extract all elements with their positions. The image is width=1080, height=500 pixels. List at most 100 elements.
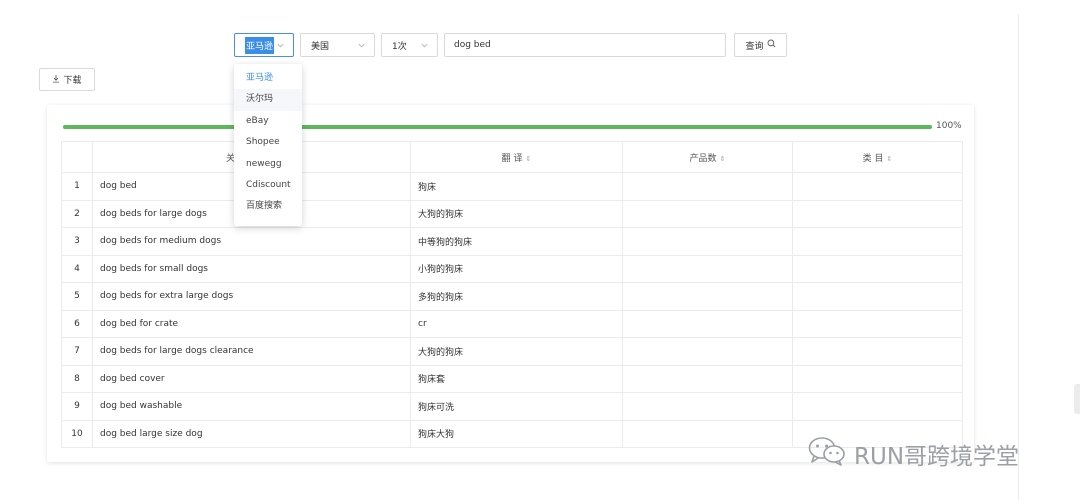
chevron-down-icon: [419, 41, 429, 51]
row-translation: cr: [410, 309, 623, 338]
row-translation: 狗床套: [410, 364, 623, 393]
platform-select-value: 亚马逊: [245, 36, 275, 54]
row-translation: 狗床: [410, 172, 623, 201]
row-keyword: dog beds for medium dogs: [92, 227, 411, 256]
table-row: 5 dog beds for extra large dogs 多狗的狗床: [61, 282, 963, 311]
side-panel-handle[interactable]: [1074, 384, 1080, 414]
row-translation: 狗床可洗: [410, 392, 623, 421]
row-keyword: dog bed washable: [92, 392, 411, 421]
row-translation: 大狗的狗床: [410, 337, 623, 366]
row-category: [792, 364, 963, 393]
row-products: [622, 364, 793, 393]
row-keyword: dog bed for crate: [92, 309, 411, 338]
column-header-translation[interactable]: 翻 译 ⇕: [410, 141, 623, 173]
row-index: 9: [61, 392, 93, 421]
row-products: [622, 337, 793, 366]
platform-option[interactable]: eBay: [234, 111, 302, 132]
platform-option[interactable]: Cdiscount: [234, 175, 302, 196]
table-row: 4 dog beds for small dogs 小狗的狗床: [61, 254, 963, 283]
table-row: 3 dog beds for medium dogs 中等狗的狗床: [61, 227, 963, 256]
row-products: [622, 199, 793, 228]
right-divider: [1018, 14, 1019, 500]
row-products: [622, 254, 793, 283]
count-select-value: 1次: [392, 41, 407, 52]
download-button-label: 下载: [63, 76, 82, 86]
table-row: 6 dog bed for crate cr: [61, 309, 963, 338]
platform-option[interactable]: 亚马逊: [234, 68, 302, 89]
row-products: [622, 392, 793, 421]
progress-bar-fill: [63, 125, 932, 129]
row-products: [622, 227, 793, 256]
column-header-index: [61, 141, 93, 173]
column-header-category[interactable]: 类 目 ⇕: [792, 141, 963, 173]
row-category: [792, 227, 963, 256]
results-card: 100% 关 翻 译 ⇕ 产品数 ⇕ 类 目 ⇕ 1 dog bed 狗床 2 …: [47, 105, 974, 462]
download-button[interactable]: 下载: [39, 68, 95, 91]
platform-select[interactable]: 亚马逊: [234, 33, 294, 57]
table-row: 2 dog beds for large dogs 大狗的狗床: [61, 199, 963, 228]
row-translation: 小狗的狗床: [410, 254, 623, 283]
count-select[interactable]: 1次: [381, 33, 438, 57]
column-header-products-label: 产品数: [689, 153, 717, 164]
table-header-row: 关 翻 译 ⇕ 产品数 ⇕ 类 目 ⇕: [61, 141, 963, 173]
sort-icon[interactable]: ⇕: [720, 155, 726, 163]
platform-option[interactable]: 沃尔玛: [234, 89, 302, 111]
row-keyword: dog bed cover: [92, 364, 411, 393]
platform-dropdown: 亚马逊 沃尔玛 eBay Shopee newegg Cdiscount 百度搜…: [234, 64, 302, 226]
row-products: [622, 309, 793, 338]
row-index: 1: [61, 172, 93, 201]
download-icon: [52, 74, 60, 86]
country-select-value: 美国: [311, 41, 330, 52]
table-row: 1 dog bed 狗床: [61, 172, 963, 201]
row-index: 6: [61, 309, 93, 338]
row-index: 2: [61, 199, 93, 228]
row-index: 7: [61, 337, 93, 366]
row-category: [792, 309, 963, 338]
watermark-text: RUN哥跨境学堂: [854, 444, 1020, 470]
row-translation: 大狗的狗床: [410, 199, 623, 228]
watermark: RUN哥跨境学堂: [808, 436, 1019, 472]
row-keyword: dog bed large size dog: [92, 419, 411, 448]
progress-bar: [63, 125, 932, 129]
chevron-down-icon: [275, 41, 285, 51]
row-products: [622, 282, 793, 311]
row-category: [792, 337, 963, 366]
query-button[interactable]: 查询: [734, 33, 787, 57]
row-translation: 中等狗的狗床: [410, 227, 623, 256]
column-header-translation-label: 翻 译: [501, 153, 523, 164]
search-icon: [767, 39, 776, 51]
query-button-label: 查询: [745, 41, 764, 52]
country-select[interactable]: 美国: [300, 33, 375, 57]
row-translation: 狗床大狗: [410, 419, 623, 448]
row-index: 3: [61, 227, 93, 256]
row-category: [792, 172, 963, 201]
row-index: 5: [61, 282, 93, 311]
wechat-icon: [808, 436, 846, 472]
row-products: [622, 172, 793, 201]
row-index: 10: [61, 419, 93, 448]
sort-icon[interactable]: ⇕: [887, 155, 893, 163]
row-index: 8: [61, 364, 93, 393]
table-row: 9 dog bed washable 狗床可洗: [61, 392, 963, 421]
row-keyword: dog beds for small dogs: [92, 254, 411, 283]
row-category: [792, 254, 963, 283]
platform-option[interactable]: newegg: [234, 154, 302, 175]
platform-option[interactable]: Shopee: [234, 132, 302, 153]
table-row: 7 dog beds for large dogs clearance 大狗的狗床: [61, 337, 963, 366]
row-products: [622, 419, 793, 448]
table-row: 8 dog bed cover 狗床套: [61, 364, 963, 393]
keyword-table: 关 翻 译 ⇕ 产品数 ⇕ 类 目 ⇕ 1 dog bed 狗床 2 dog beds fo…: [61, 141, 963, 448]
page: 亚马逊 美国 1次 查询 下载 100%: [0, 0, 1018, 500]
row-translation: 多狗的狗床: [410, 282, 623, 311]
row-category: [792, 392, 963, 421]
row-keyword: dog beds for extra large dogs: [92, 282, 411, 311]
row-category: [792, 282, 963, 311]
row-category: [792, 199, 963, 228]
row-index: 4: [61, 254, 93, 283]
platform-option[interactable]: 百度搜索: [234, 196, 302, 217]
sort-icon[interactable]: ⇕: [526, 155, 532, 163]
row-keyword: dog beds for large dogs clearance: [92, 337, 411, 366]
keyword-input[interactable]: [444, 33, 726, 57]
column-header-category-label: 类 目: [862, 153, 884, 164]
column-header-products[interactable]: 产品数 ⇕: [622, 141, 793, 173]
